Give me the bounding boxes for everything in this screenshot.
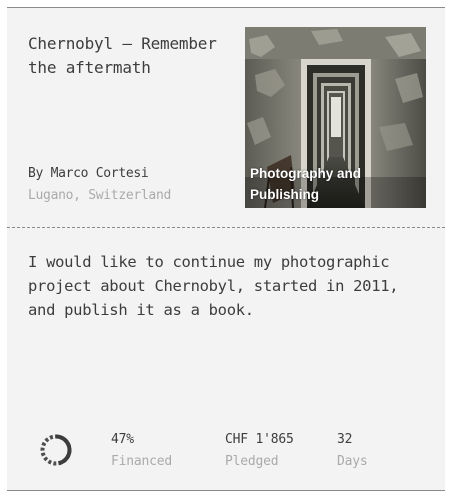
funding-progress-arc bbox=[55, 434, 72, 466]
financed-stat: 47% Financed bbox=[111, 432, 172, 470]
category-label[interactable]: Photography and Publishing bbox=[250, 163, 390, 205]
project-location: Lugano, Switzerland bbox=[28, 188, 172, 203]
financed-label: Financed bbox=[111, 454, 173, 469]
project-title[interactable]: Chernobyl – Remember the aftermath bbox=[28, 32, 218, 80]
days-stat: 32 Days bbox=[337, 432, 368, 470]
funding-progress-ring-icon bbox=[40, 434, 72, 466]
project-card[interactable]: Chernobyl – Remember the aftermath By Ma… bbox=[7, 7, 445, 491]
section-divider bbox=[7, 227, 445, 228]
project-image[interactable]: Photography and Publishing bbox=[245, 27, 426, 208]
pledged-label: Pledged bbox=[225, 454, 279, 469]
pledged-value: CHF 1'865 bbox=[225, 432, 294, 447]
project-author: By Marco Cortesi bbox=[28, 166, 149, 181]
financed-value: 47% bbox=[111, 432, 134, 447]
pledged-stat: CHF 1'865 Pledged bbox=[225, 432, 294, 470]
project-description: I would like to continue my photographic… bbox=[28, 253, 399, 319]
days-label: Days bbox=[337, 454, 368, 469]
days-value: 32 bbox=[337, 432, 353, 447]
